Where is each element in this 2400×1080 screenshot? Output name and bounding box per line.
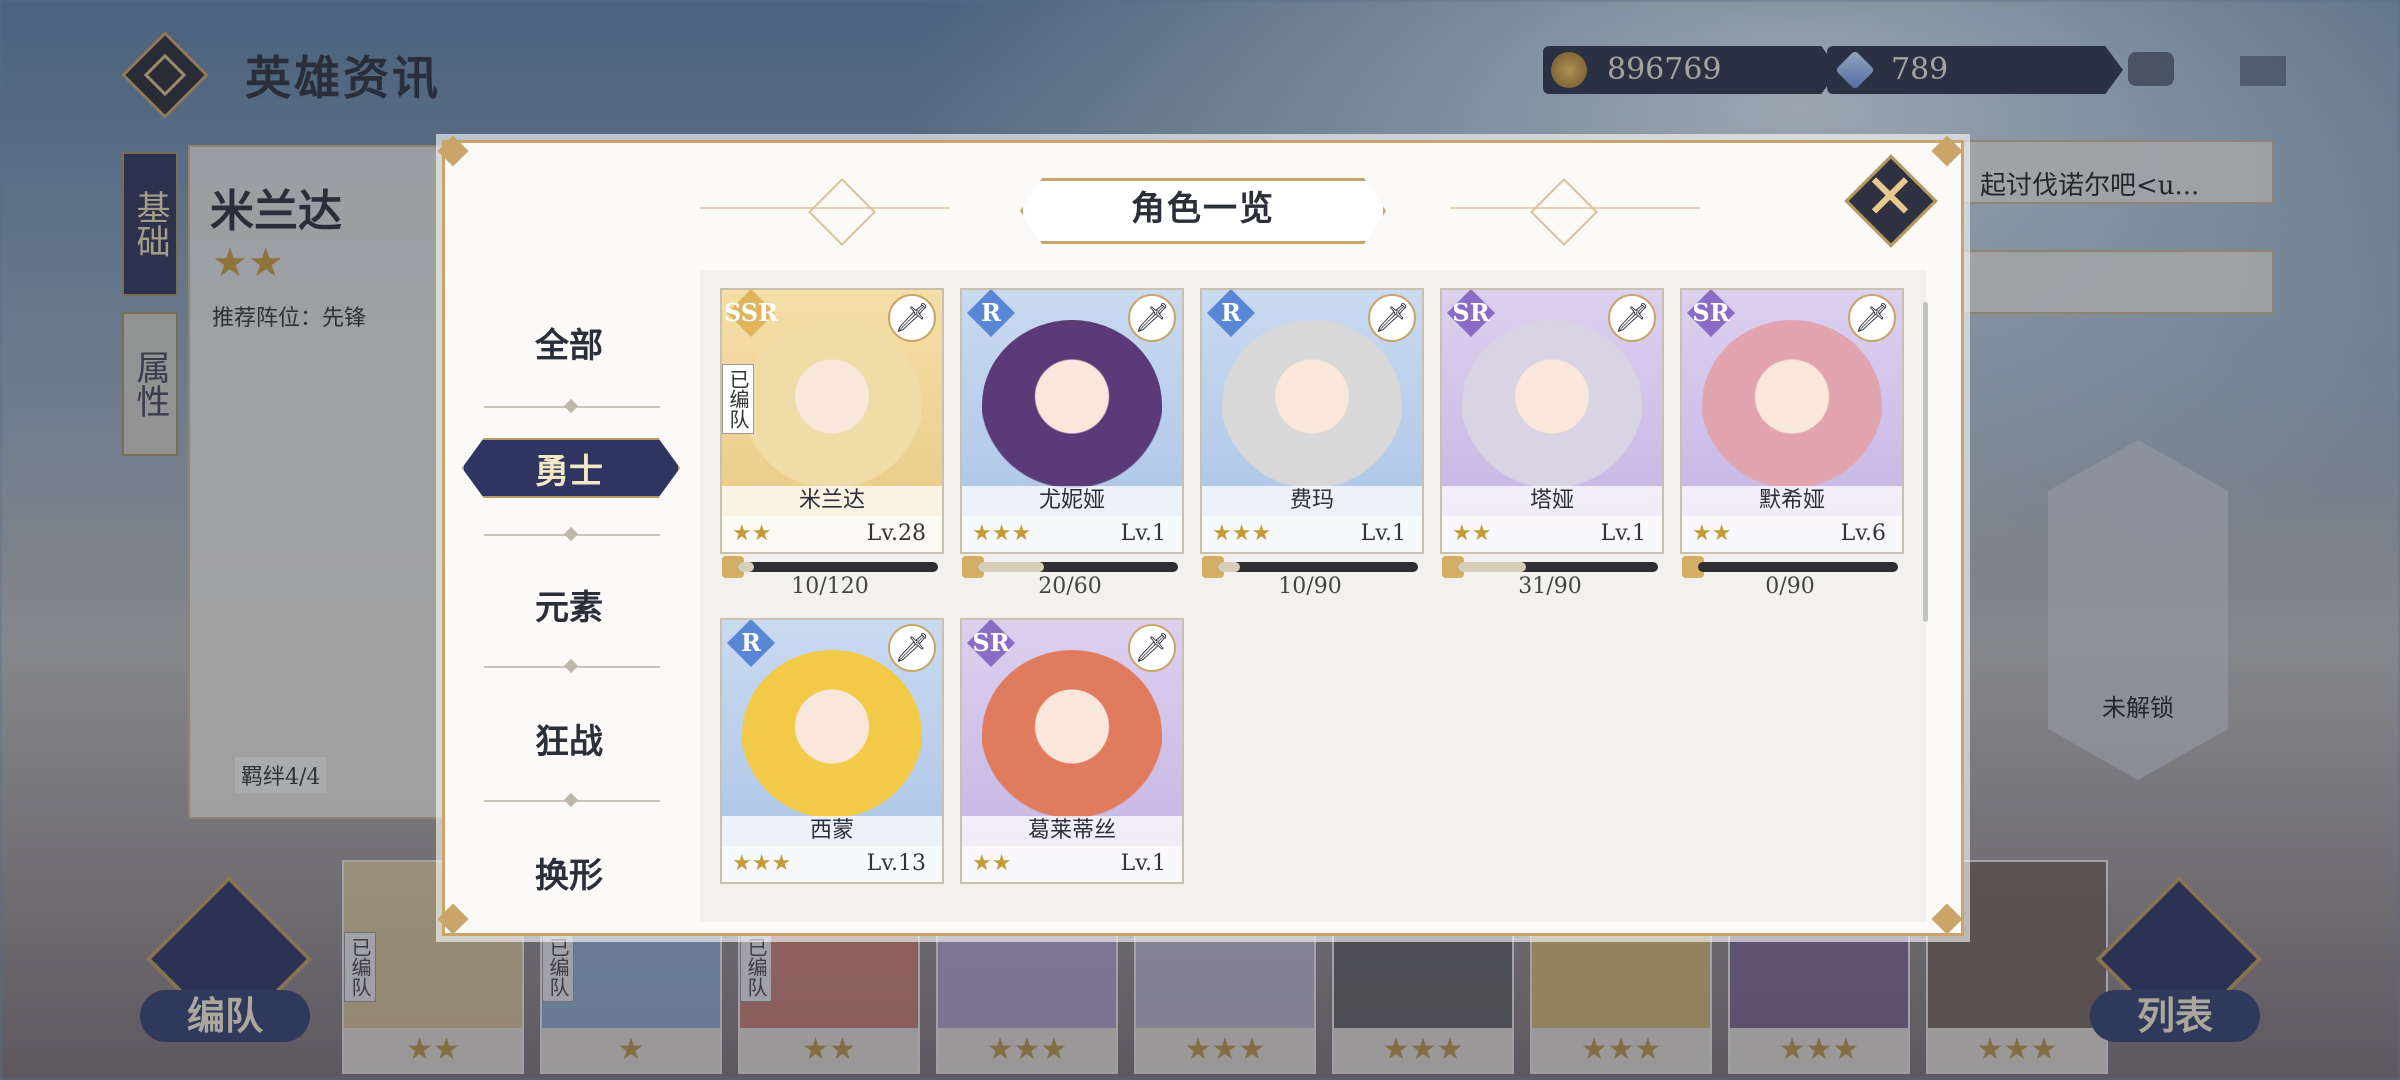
character-level: Lv.1 [1600,521,1646,546]
character-name: 费玛 [1202,486,1422,516]
rarity-badge: R [964,290,1018,340]
category-divider [484,406,660,408]
close-icon[interactable]: ✕ [1862,160,1918,234]
character-info-bar: ★★ Lv.1 [1442,516,1662,552]
character-portrait [982,320,1162,490]
shard-progress-text: 20/60 [1038,574,1102,599]
character-card[interactable]: R 🗡 费玛 ★★★ Lv.1 [1200,288,1424,554]
character-card[interactable]: SR 🗡 葛莱蒂丝 ★★ Lv.1 [960,618,1184,884]
shard-progress-bar [1458,562,1658,572]
character-portrait [742,650,922,820]
shard-progress-bar [1218,562,1418,572]
modal-title: 角色一览 [1020,178,1386,244]
sword-icon: 🗡 [1848,294,1896,342]
character-stars: ★★ [1692,521,1732,546]
shard-progress-text: 31/90 [1518,574,1582,599]
rarity-badge: SR [1444,290,1498,340]
character-level: Lv.28 [866,521,926,546]
in-team-tag: 已编队 [722,364,754,434]
rarity-badge: SR [964,620,1018,670]
character-name: 塔娅 [1442,486,1662,516]
character-level: Lv.13 [866,851,926,876]
category-warrior[interactable]: 勇士 [468,444,670,493]
shard-progress-text: 10/120 [791,574,869,599]
character-portrait [1702,320,1882,490]
character-stars: ★★ [1452,521,1492,546]
rarity-badge: R [1204,290,1258,340]
sword-icon: 🗡 [888,624,936,672]
character-info-bar: ★★ Lv.1 [962,846,1182,882]
character-name: 西蒙 [722,816,942,846]
character-level: Lv.1 [1360,521,1406,546]
sword-icon: 🗡 [1128,624,1176,672]
category-all[interactable]: 全部 [468,318,670,367]
character-name: 葛莱蒂丝 [962,816,1182,846]
character-card[interactable]: SR 🗡 塔娅 ★★ Lv.1 [1440,288,1664,554]
rarity-badge: SR [1684,290,1738,340]
character-level: Lv.1 [1120,851,1166,876]
character-level: Lv.1 [1120,521,1166,546]
category-berserker[interactable]: 狂战 [468,714,670,763]
character-info-bar: ★★★ Lv.13 [722,846,942,882]
sword-icon: 🗡 [888,294,936,342]
character-name: 尤妮娅 [962,486,1182,516]
shard-progress-bar [1698,562,1898,572]
character-info-bar: ★★★ Lv.1 [1202,516,1422,552]
rarity-badge: R [724,620,778,670]
character-portrait [1222,320,1402,490]
category-divider [484,534,660,536]
shard-progress-bar [738,562,938,572]
shard-progress-bar [978,562,1178,572]
character-stars: ★★ [732,521,772,546]
sword-icon: 🗡 [1368,294,1416,342]
sword-icon: 🗡 [1608,294,1656,342]
character-card[interactable]: SSR 🗡 已编队米兰达 ★★ Lv.28 [720,288,944,554]
character-card[interactable]: R 🗡 西蒙 ★★★ Lv.13 [720,618,944,884]
category-divider [484,800,660,802]
character-name: 米兰达 [722,486,942,516]
character-info-bar: ★★★ Lv.1 [962,516,1182,552]
character-stars: ★★★ [972,521,1032,546]
grid-scrollbar[interactable] [1923,302,1928,622]
character-stars: ★★★ [732,851,792,876]
character-portrait [982,650,1162,820]
category-divider [484,666,660,668]
character-card[interactable]: R 🗡 尤妮娅 ★★★ Lv.1 [960,288,1184,554]
sword-icon: 🗡 [1128,294,1176,342]
character-info-bar: ★★ Lv.28 [722,516,942,552]
shard-progress-text: 0/90 [1765,574,1815,599]
rarity-badge: SSR [724,290,778,340]
character-level: Lv.6 [1840,521,1886,546]
character-stars: ★★ [972,851,1012,876]
character-portrait [1462,320,1642,490]
character-portrait [742,320,922,490]
character-name: 默希娅 [1682,486,1902,516]
character-card[interactable]: SR 🗡 默希娅 ★★ Lv.6 [1680,288,1904,554]
shard-progress-text: 10/90 [1278,574,1342,599]
category-element[interactable]: 元素 [468,580,670,629]
character-info-bar: ★★ Lv.6 [1682,516,1902,552]
category-transform[interactable]: 换形 [468,848,670,897]
character-stars: ★★★ [1212,521,1272,546]
